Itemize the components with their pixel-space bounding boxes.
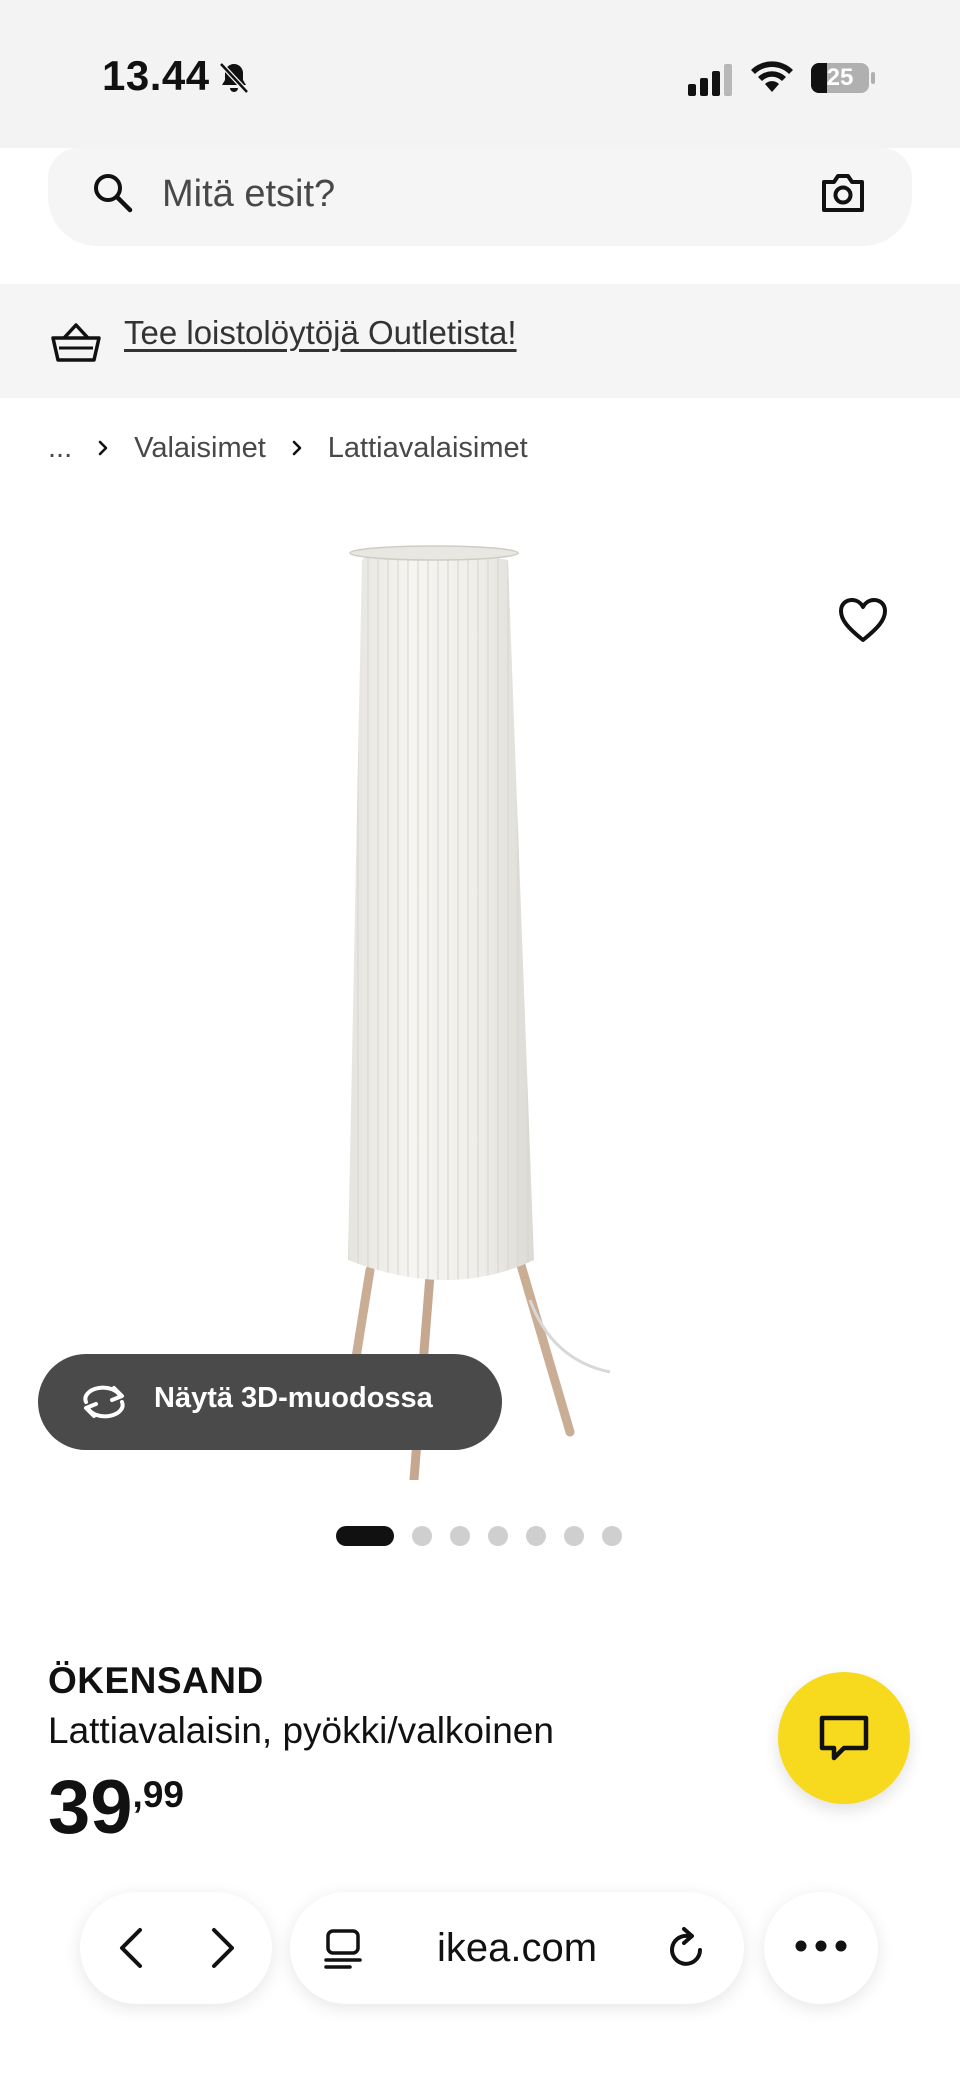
bell-muted-icon: [219, 62, 249, 94]
search-area: [0, 148, 960, 284]
gallery-dot[interactable]: [564, 1526, 584, 1546]
price-decimal: ,99: [132, 1774, 184, 1815]
floor-lamp-image[interactable]: [290, 540, 660, 1480]
gallery-dot[interactable]: [450, 1526, 470, 1546]
view-3d-label: Näytä 3D-muodossa: [154, 1382, 433, 1414]
shopping-basket-icon: [51, 323, 101, 362]
view-3d-button[interactable]: Näytä 3D-muodossa: [38, 1354, 502, 1450]
wifi-icon: [751, 61, 793, 92]
browser-more-button[interactable]: [764, 1892, 878, 2004]
cellular-signal-icon: [688, 64, 732, 96]
breadcrumb-valaisimet[interactable]: Valaisimet: [134, 432, 266, 465]
outlet-promo-link[interactable]: Tee loistolöytöjä Outletista!: [124, 314, 517, 352]
gallery-dot[interactable]: [526, 1526, 546, 1546]
chat-bubble-icon: [819, 1715, 869, 1761]
address-bar[interactable]: ikea.com: [290, 1892, 744, 2004]
gallery-dot[interactable]: [602, 1526, 622, 1546]
battery-level: 25: [826, 64, 854, 91]
product-price: 39,99: [48, 1770, 184, 1846]
browser-toolbar: ikea.com: [0, 1860, 960, 2087]
browser-nav-group: [80, 1892, 272, 2004]
product-image-gallery[interactable]: [0, 500, 960, 1490]
gallery-dot[interactable]: [336, 1526, 394, 1546]
search-icon[interactable]: [90, 170, 134, 214]
rotate-3d-icon: [83, 1385, 125, 1419]
forward-icon[interactable]: [196, 1924, 244, 1972]
favorite-heart-icon[interactable]: [838, 598, 888, 644]
search-bar[interactable]: [48, 148, 912, 246]
chevron-right-icon: [292, 440, 302, 456]
outlet-promo-banner: Tee loistolöytöjä Outletista!: [0, 284, 960, 398]
reload-icon[interactable]: [664, 1926, 708, 1970]
status-bar: 13.44 25: [0, 0, 960, 148]
camera-icon[interactable]: [820, 170, 866, 214]
breadcrumb-ellipsis[interactable]: ...: [48, 432, 72, 465]
status-time: 13.44: [102, 52, 210, 99]
breadcrumb: ... Valaisimet Lattiavalaisimet: [48, 428, 528, 468]
product-description: Lattiavalaisin, pyökki/valkoinen: [48, 1710, 554, 1751]
chevron-right-icon: [98, 440, 108, 456]
gallery-dot[interactable]: [488, 1526, 508, 1546]
more-options-icon: [795, 1940, 847, 1952]
product-name: ÖKENSAND: [48, 1660, 264, 1701]
gallery-dot[interactable]: [412, 1526, 432, 1546]
breadcrumb-lattiavalaisimet[interactable]: Lattiavalaisimet: [328, 432, 528, 465]
back-icon[interactable]: [110, 1924, 158, 1972]
gallery-pagination: [336, 1526, 640, 1546]
price-integer: 39: [48, 1765, 133, 1850]
search-input[interactable]: [162, 166, 722, 222]
chat-button[interactable]: [778, 1672, 910, 1804]
